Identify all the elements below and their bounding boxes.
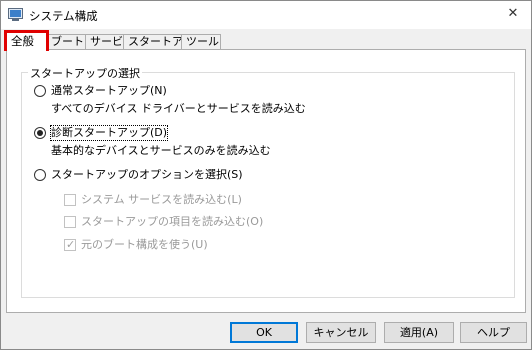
title-bar: システム構成 ✕ [1,1,531,29]
group-title: スタートアップの選択 [28,65,142,81]
diagnostic-startup-description: 基本的なデバイスとサービスのみを読み込む [51,144,271,157]
msconfig-icon [8,8,23,21]
normal-startup-description: すべてのデバイス ドライバーとサービスを読み込む [51,102,306,115]
radio-button-selected[interactable] [34,127,46,139]
window-title: システム構成 [29,9,98,23]
checkbox-label: スタートアップの項目を読み込む(O) [81,215,264,228]
general-tab-panel: スタートアップの選択 通常スタートアップ(N) すべてのデバイス ドライバーとサ… [6,49,526,313]
tab-startup[interactable]: スタートアップ [123,34,182,50]
radio-button[interactable] [34,169,46,181]
startup-selection-group: スタートアップの選択 通常スタートアップ(N) すべてのデバイス ドライバーとサ… [21,65,515,298]
apply-button[interactable]: 適用(A) [384,322,454,343]
radio-label: 診断スタートアップ(D) [49,125,169,141]
close-icon[interactable]: ✕ [501,3,525,25]
radio-label: 通常スタートアップ(N) [51,84,167,97]
radio-button[interactable] [34,85,46,97]
system-configuration-window: システム構成 ✕ 全般 ブート サービス スタートアップ ツール スタートアップ… [0,0,532,350]
ok-button[interactable]: OK [230,322,298,343]
checkbox-label: システム サービスを読み込む(L) [81,193,242,206]
tab-general[interactable]: 全般 [4,30,49,51]
tab-tools[interactable]: ツール [181,34,221,50]
help-button[interactable]: ヘルプ [460,322,527,343]
tab-strip: 全般 ブート サービス スタートアップ ツール [1,30,531,51]
checkbox[interactable] [64,194,76,206]
radio-label: スタートアップのオプションを選択(S) [51,168,243,181]
checkbox[interactable] [64,216,76,228]
cancel-button[interactable]: キャンセル [306,322,376,343]
checkbox-checked[interactable] [64,238,76,252]
tab-boot[interactable]: ブート [46,34,86,50]
tab-services[interactable]: サービス [85,34,124,50]
checkbox-label: 元のブート構成を使う(U) [81,238,208,251]
